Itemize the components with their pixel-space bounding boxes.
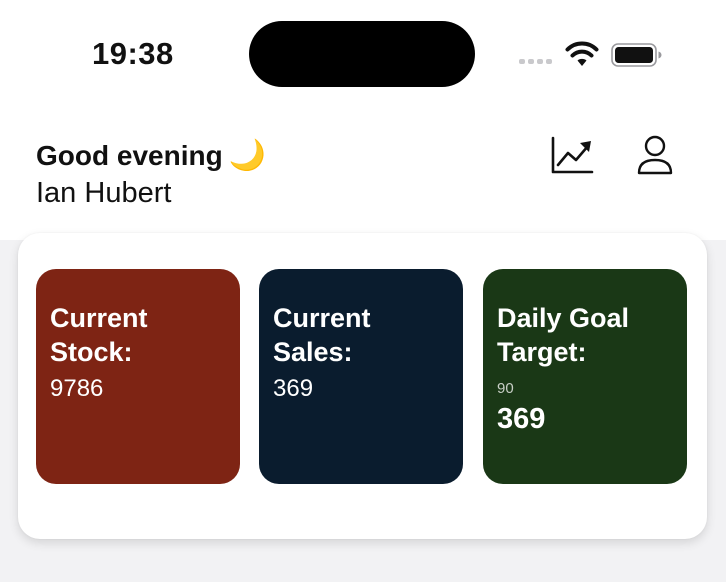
user-profile-icon bbox=[637, 135, 673, 175]
battery-icon bbox=[611, 43, 662, 67]
wifi-icon bbox=[565, 41, 599, 66]
profile-button[interactable] bbox=[632, 132, 678, 178]
current-stock-value: 9786 bbox=[50, 375, 104, 402]
cellular-signal-icon bbox=[519, 59, 552, 64]
current-sales-value: 369 bbox=[273, 375, 314, 402]
stats-card: Current Stock: 9786 Current Sales: 369 D… bbox=[18, 233, 707, 539]
current-stock-label: Current Stock: bbox=[50, 303, 148, 367]
greeting-heading: Good evening 🌙 bbox=[36, 138, 266, 173]
current-sales-label: Current Sales: bbox=[273, 303, 371, 367]
moon-emoji: 🌙 bbox=[228, 139, 267, 172]
daily-goal-target-value: 90 bbox=[497, 380, 514, 397]
greeting-text: Good evening bbox=[36, 140, 223, 171]
user-name: Ian Hubert bbox=[36, 177, 172, 209]
current-sales-tile[interactable]: Current Sales: 369 bbox=[259, 269, 463, 484]
daily-goal-label: Daily Goal Target: bbox=[497, 303, 630, 367]
dynamic-island bbox=[249, 21, 475, 87]
trending-chart-icon bbox=[551, 136, 594, 174]
status-time: 19:38 bbox=[92, 36, 174, 71]
home-screen: 19:38 Good evening 🌙 Ian Hubert Current S… bbox=[0, 0, 726, 582]
daily-goal-current-value: 369 bbox=[497, 403, 546, 435]
daily-goal-tile[interactable]: Daily Goal Target: 90 369 bbox=[483, 269, 687, 484]
analytics-button[interactable] bbox=[549, 132, 595, 178]
current-stock-tile[interactable]: Current Stock: 9786 bbox=[36, 269, 240, 484]
